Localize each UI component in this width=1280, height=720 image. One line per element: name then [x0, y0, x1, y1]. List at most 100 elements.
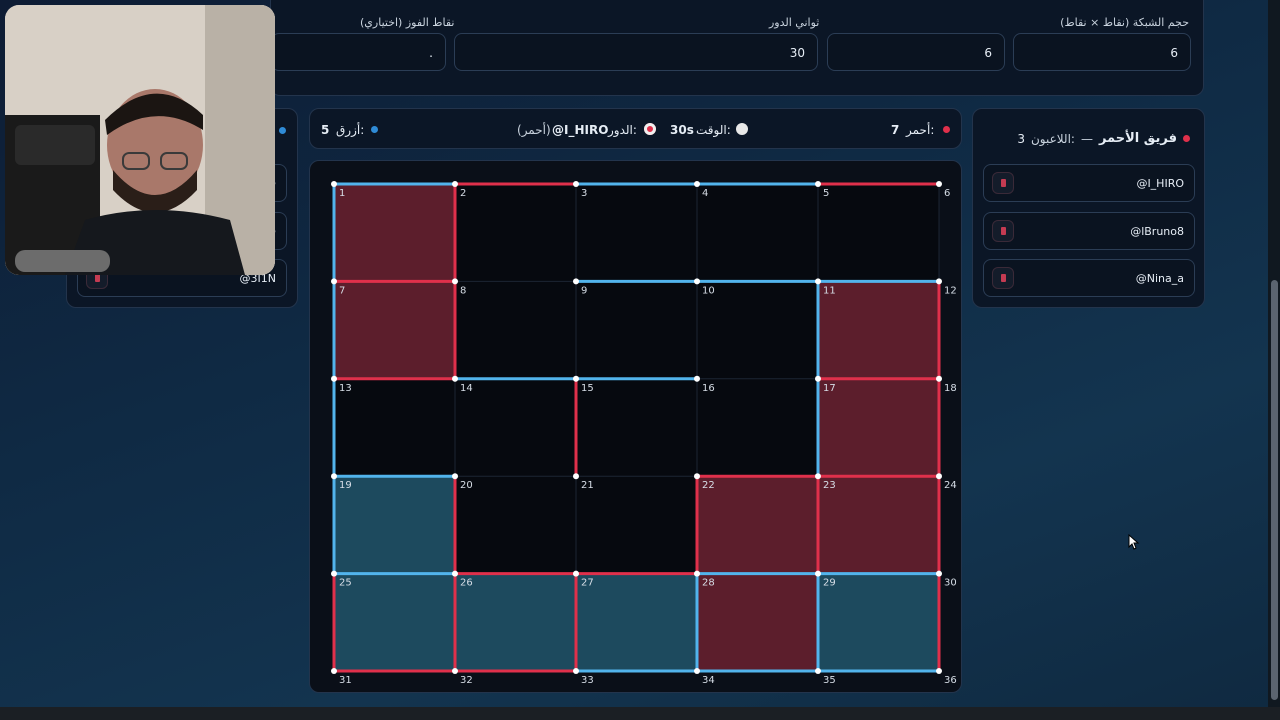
red-team-panel: 3 اللاعبون: — فريق الأحمر @I_HIRO @lBrun… [972, 108, 1205, 308]
board-cell [818, 573, 939, 671]
grid-dot [936, 181, 942, 187]
grid-dot [815, 668, 821, 674]
remove-player-button[interactable] [992, 220, 1014, 242]
mouse-cursor-icon [1128, 534, 1140, 550]
red-score-label: أحمر: [906, 123, 935, 137]
board-cell [334, 378, 455, 477]
dot-number: 4 [702, 188, 708, 199]
grid-rows-input[interactable]: 6 [1013, 33, 1191, 71]
dot-number: 22 [702, 480, 715, 491]
dot-number: 17 [823, 383, 836, 394]
players-count: 3 [1017, 131, 1025, 146]
dot-number: 12 [944, 285, 957, 296]
grid-dot [694, 570, 700, 577]
dot-number: 32 [460, 675, 473, 686]
grid-dot [573, 278, 579, 285]
player-name: @lBruno8 [1130, 225, 1184, 238]
dot-number: 35 [823, 675, 836, 686]
grid-dot [936, 375, 942, 382]
grid-dot [815, 278, 821, 285]
grid-dot [452, 278, 458, 285]
grid-dot [694, 375, 700, 382]
grid-dot [573, 570, 579, 577]
board-cell [455, 378, 576, 477]
dot-number: 33 [581, 675, 594, 686]
grid-dot [331, 181, 337, 187]
dot-number: 2 [460, 188, 466, 199]
timer-value: 30s [670, 123, 694, 137]
page-scrollbar[interactable] [1268, 0, 1280, 707]
scrollbar-thumb[interactable] [1271, 280, 1278, 700]
player-name: @I_HIRO [1136, 177, 1184, 190]
dot-number: 3 [581, 188, 587, 199]
board-cell [697, 281, 818, 379]
turn-label: الدور: [608, 123, 637, 137]
dot-number: 25 [339, 578, 352, 589]
stopwatch-icon [736, 123, 748, 135]
timer-label: الوقت: [696, 123, 731, 137]
dots-and-boxes-grid: 1 2 3 4 5 67 8 9 10 11 1213 14 15 16 17 1819 20 21 22 23 242… [331, 181, 957, 686]
settings-panel: حجم الشبكة (نقاط × نقاط) 6 6 ثواني الدور… [270, 0, 1204, 96]
dot-number: 30 [944, 578, 957, 589]
grid-dot [694, 278, 700, 285]
trash-icon [1001, 274, 1006, 282]
dot-number: 13 [339, 383, 352, 394]
board-cell [818, 184, 939, 282]
dot-number: 36 [944, 675, 957, 686]
board-cell [697, 476, 818, 574]
grid-dot [573, 668, 579, 674]
board-cell [576, 184, 697, 282]
dot-number: 34 [702, 675, 715, 686]
remove-player-button[interactable] [992, 172, 1014, 194]
grid-dot [452, 668, 458, 674]
team-title: فريق الأحمر [1098, 131, 1177, 146]
board-cell [818, 281, 939, 379]
header-separator: — [1080, 131, 1093, 146]
trash-icon [1001, 227, 1006, 235]
dot-number: 5 [823, 188, 829, 199]
player-row: @lBruno8 [983, 212, 1195, 250]
blue-score-label: أزرق: [336, 123, 365, 137]
dot-number: 16 [702, 383, 715, 394]
dot-number: 29 [823, 578, 836, 589]
dot-number: 20 [460, 480, 473, 491]
dot-number: 28 [702, 578, 715, 589]
board-cell [576, 281, 697, 379]
dot-number: 23 [823, 480, 836, 491]
board-cell [455, 281, 576, 379]
win-points-label: نقاط الفوز (اختياري) [360, 16, 455, 29]
dot-number: 6 [944, 188, 950, 199]
board-cell [818, 476, 939, 574]
dot-number: 15 [581, 383, 594, 394]
dot-number: 31 [339, 675, 352, 686]
grid-dot [452, 375, 458, 382]
board-cell [697, 573, 818, 671]
board-cell [576, 378, 697, 477]
board-cell [576, 573, 697, 671]
grid-cols-input[interactable]: 6 [827, 33, 1005, 71]
dot-number: 26 [460, 578, 473, 589]
dot-number: 27 [581, 578, 594, 589]
board-cell [455, 573, 576, 671]
turn-seconds-input[interactable]: 30 [454, 33, 818, 71]
grid-dot [936, 668, 942, 674]
board-cell [455, 476, 576, 574]
bottom-strip [0, 707, 1280, 720]
turn-player: @I_HIRO [552, 123, 609, 137]
grid-dot [936, 473, 942, 480]
grid-dot [694, 181, 700, 187]
grid-dot [815, 570, 821, 577]
remove-player-button[interactable] [992, 267, 1014, 289]
board-cell [334, 184, 455, 282]
grid-dot [936, 278, 942, 285]
grid-dot [452, 570, 458, 577]
red-team-dot-icon [1183, 135, 1190, 142]
dot-number: 21 [581, 480, 594, 491]
win-points-input[interactable]: . [271, 33, 446, 71]
dot-number: 7 [339, 285, 345, 296]
dot-number: 9 [581, 285, 587, 296]
board-cell [697, 378, 818, 477]
red-team-header: 3 اللاعبون: — فريق الأحمر [1017, 131, 1190, 146]
grid-dot [573, 181, 579, 187]
board-cell [818, 378, 939, 477]
